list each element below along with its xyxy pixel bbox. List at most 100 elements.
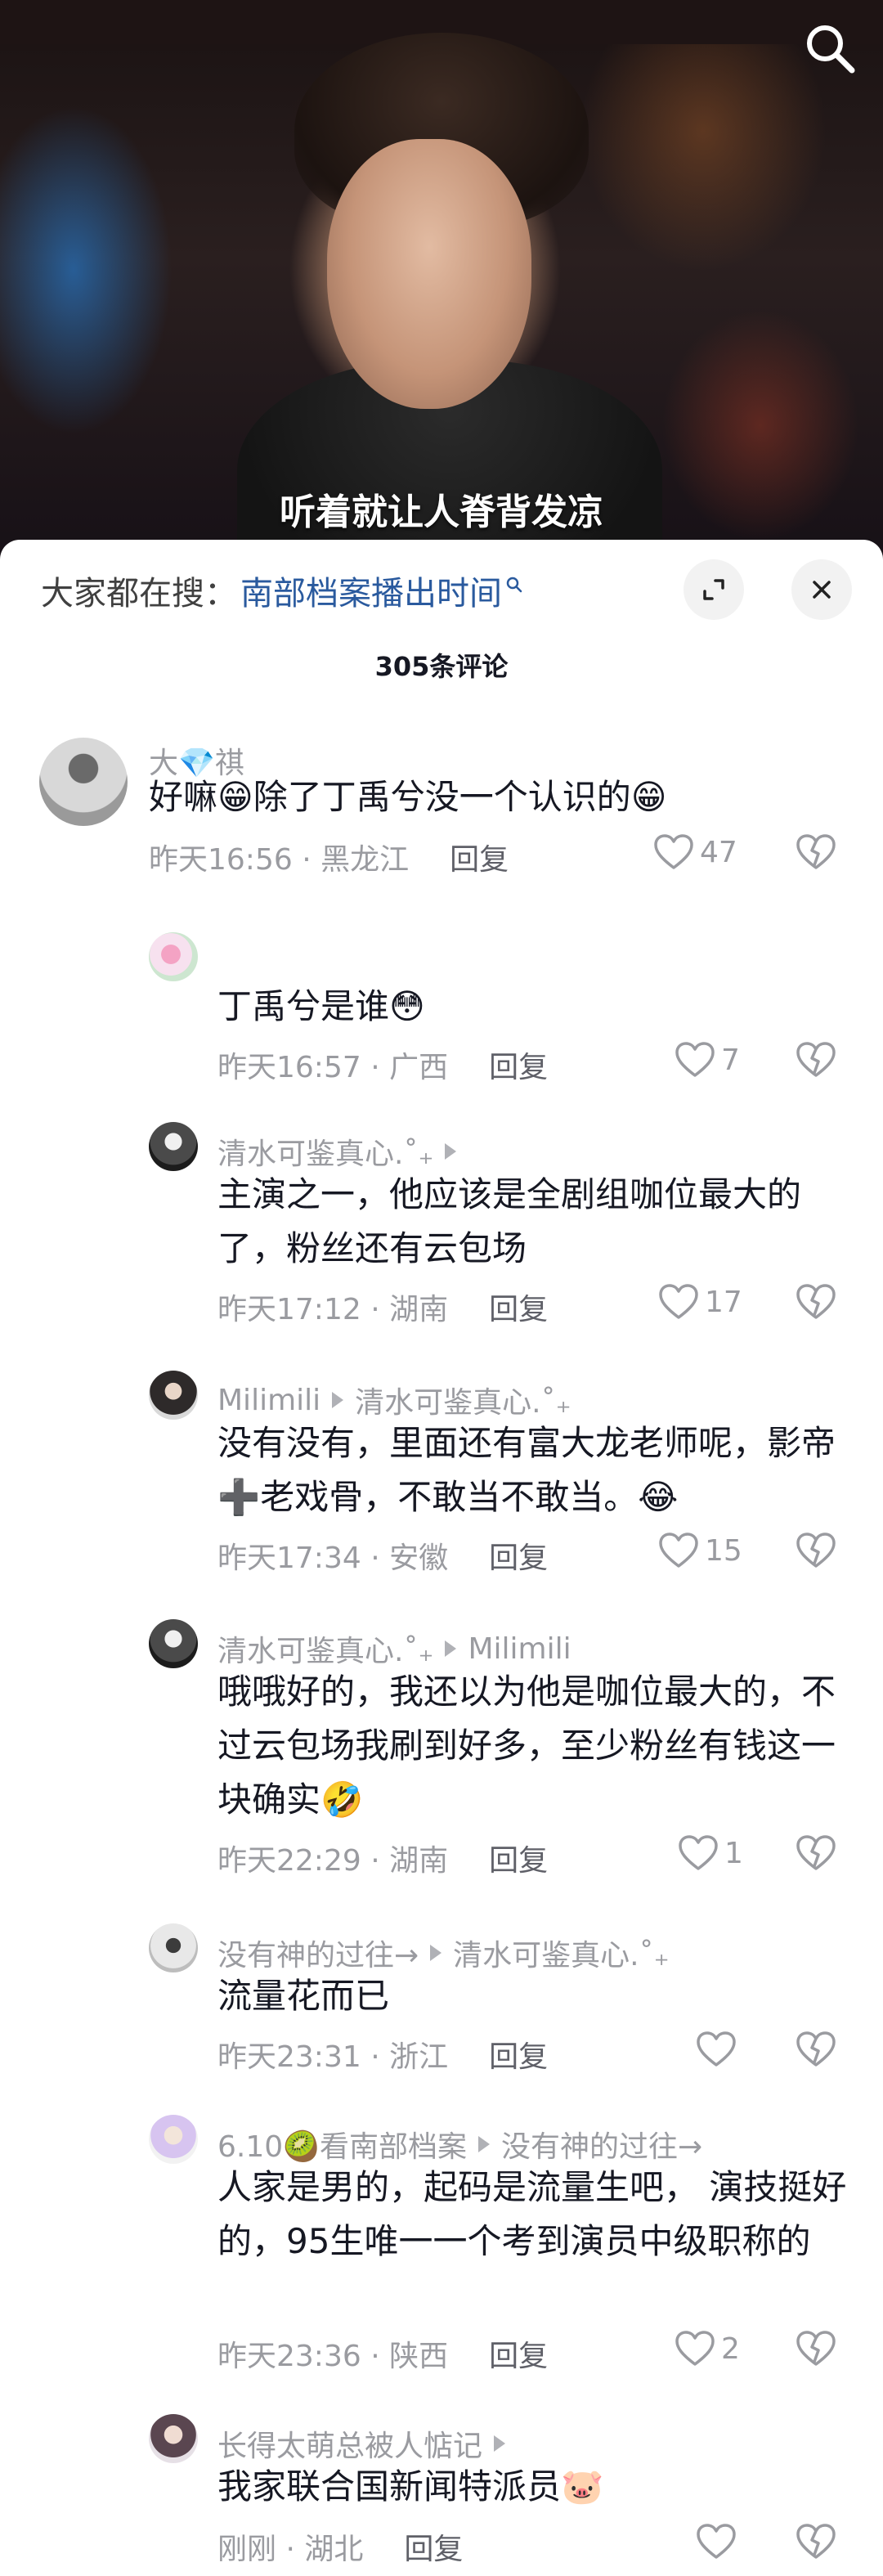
reply-arrow-icon [332, 1392, 344, 1408]
comment-location: 广西 [389, 1051, 449, 1084]
comment-meta: 昨天16:57 · 广西 回复 [217, 1051, 549, 1084]
like-count: 15 [705, 1533, 742, 1568]
comment-meta: 昨天17:34 · 安徽 回复 [217, 1542, 549, 1575]
comment-meta: 昨天23:36 · 陕西 回复 [217, 2340, 549, 2373]
video-player[interactable]: 听着就让人脊背发凉 [0, 0, 883, 572]
reply-button[interactable]: 回复 [489, 1293, 548, 1326]
avatar[interactable] [39, 738, 128, 826]
comment-time: 昨天16:57 [217, 1051, 361, 1084]
reply-item: 长得太萌总被人惦记 我家联合国新闻特派员🐷 刚刚 · 湖北 回复 [149, 2414, 852, 2576]
comment-time: 昨天22:29 [217, 1844, 361, 1878]
broken-heart-icon[interactable] [795, 1040, 837, 1079]
like-button[interactable]: 1 [677, 1833, 743, 1873]
comment-author[interactable]: 6.10🥝看南部档案 没有神的过往→ [217, 2123, 702, 2165]
comment-time: 昨天16:56 [149, 843, 293, 877]
like-button[interactable]: 2 [674, 2329, 740, 2368]
comment-location: 湖南 [389, 1844, 449, 1878]
comment-text: 我家联合国新闻特派员🐷 [217, 2466, 604, 2506]
reply-button[interactable]: 回复 [450, 843, 509, 877]
reply-button[interactable]: 回复 [489, 2340, 548, 2373]
comment-time: 昨天17:12 [217, 1293, 361, 1326]
reply-button[interactable]: 回复 [404, 2533, 463, 2566]
heart-icon [675, 2331, 715, 2366]
comment-text: 流量花而已 [217, 1976, 390, 2016]
reply-button[interactable]: 回复 [489, 2040, 548, 2074]
comment-time: 刚刚 [217, 2533, 277, 2566]
reply-button[interactable]: 回复 [489, 1051, 548, 1084]
avatar[interactable] [149, 1619, 198, 1668]
avatar[interactable] [149, 1371, 198, 1420]
comment-author[interactable]: 清水可鉴真心.˚₊ Milimili [217, 1627, 571, 1670]
comment-location: 陕西 [389, 2340, 449, 2373]
reply-item: 清水可鉴真心.˚₊ 主演之一，他应该是全剧组咖位最大的了，粉丝还有云包场 昨天1… [149, 1122, 852, 1326]
comment-sheet: 大家都在搜： 南部档案播出时间 305条评论 大💎祺 好嘛😁除了丁禹兮没一个认识… [0, 540, 883, 2576]
avatar[interactable] [149, 2115, 198, 2164]
comment-author[interactable]: 长得太萌总被人惦记 [217, 2422, 517, 2465]
heart-icon [697, 2031, 736, 2067]
broken-heart-icon[interactable] [795, 2030, 837, 2069]
reply-arrow-icon [494, 2435, 506, 2452]
comment-meta: 昨天17:12 · 湖南 回复 [217, 1293, 549, 1326]
reply-arrow-icon [445, 1640, 457, 1657]
reply-item: 丁禹兮是谁😳 昨天16:57 · 广西 回复 7 [149, 932, 852, 1088]
comment-count: 305条评论 [374, 651, 509, 682]
expand-icon [703, 579, 724, 600]
comment-time: 昨天23:31 [217, 2040, 361, 2074]
close-button[interactable] [791, 559, 852, 620]
like-button[interactable] [695, 2522, 742, 2561]
comment-location: 湖北 [304, 2533, 364, 2566]
comment-location: 湖南 [389, 1293, 449, 1326]
broken-heart-icon[interactable] [795, 1833, 837, 1873]
hot-search-bar[interactable]: 大家都在搜： 南部档案播出时间 [41, 568, 523, 613]
heart-icon [697, 2524, 736, 2559]
avatar[interactable] [149, 1923, 198, 1972]
expand-button[interactable] [684, 559, 744, 620]
comment-author[interactable]: Milimili 清水可鉴真心.˚₊ [217, 1379, 571, 1421]
broken-heart-icon[interactable] [795, 2522, 837, 2561]
like-count: 1 [724, 1836, 743, 1870]
comment-location: 浙江 [389, 2040, 449, 2074]
avatar[interactable] [149, 1122, 198, 1171]
comment-text: 人家是男的，起码是流量生吧， 演技挺好的，95生唯一一个考到演员中级职称的 [217, 2167, 847, 2261]
video-caption: 听着就让人脊背发凉 [280, 491, 603, 533]
magnifier-small-icon [506, 577, 522, 593]
broken-heart-icon[interactable] [795, 1282, 837, 1322]
comment-text: 主演之一，他应该是全剧组咖位最大的了，粉丝还有云包场 [217, 1174, 802, 1268]
reply-button[interactable]: 回复 [489, 1844, 548, 1878]
like-button[interactable]: 47 [652, 832, 737, 872]
reply-item: 6.10🥝看南部档案 没有神的过往→ 人家是男的，起码是流量生吧， 演技挺好的，9… [149, 2115, 852, 2385]
like-count: 7 [721, 1043, 740, 1077]
like-button[interactable] [695, 2030, 742, 2069]
broken-heart-icon[interactable] [795, 1531, 837, 1570]
video-frame-face [327, 139, 531, 409]
broken-heart-icon[interactable] [795, 832, 837, 872]
reply-item: Milimili 清水可鉴真心.˚₊ 没有没有，里面还有富大龙老师呢，影帝➕老戏骨… [149, 1371, 852, 1575]
reply-item: 清水可鉴真心.˚₊ Milimili 哦哦好的，我还以为他是咖位最大的，不过云包场… [149, 1619, 852, 1881]
heart-icon [654, 834, 693, 869]
comment-text: 没有没有，里面还有富大龙老师呢，影帝➕老戏骨，不敢当不敢当。😂 [217, 1423, 836, 1517]
hot-search-term[interactable]: 南部档案播出时间 [240, 567, 502, 614]
comment-author[interactable]: 清水可鉴真心.˚₊ [217, 1130, 468, 1173]
avatar[interactable] [149, 932, 198, 981]
reply-item: 没有神的过往→ 清水可鉴真心.˚₊ 流量花而已 昨天23:31 · 浙江 回复 [149, 1923, 852, 2079]
search-button[interactable] [801, 20, 858, 77]
comment-meta: 昨天16:56 · 黑龙江 回复 [149, 843, 509, 877]
search-icon [807, 25, 855, 74]
broken-heart-icon[interactable] [795, 2329, 837, 2368]
reply-arrow-icon [430, 1945, 442, 1961]
heart-icon [659, 1533, 698, 1568]
comment-author[interactable]: 没有神的过往→ 清水可鉴真心.˚₊ [217, 1932, 670, 1974]
comment-text: 好嘛😁除了丁禹兮没一个认识的😁 [149, 777, 667, 817]
heart-icon [675, 1042, 715, 1077]
avatar[interactable] [149, 2414, 198, 2463]
like-button[interactable]: 17 [657, 1282, 742, 1322]
reply-arrow-icon [445, 1143, 457, 1160]
comment-text: 丁禹兮是谁😳 [217, 986, 425, 1026]
like-button[interactable]: 7 [674, 1040, 740, 1079]
comment-meta: 昨天22:29 · 湖南 回复 [217, 1844, 549, 1878]
comment-item: 大💎祺 好嘛😁除了丁禹兮没一个认识的😁 昨天16:56 · 黑龙江 回复 47 [39, 738, 857, 893]
like-button[interactable]: 15 [657, 1531, 742, 1570]
reply-button[interactable]: 回复 [489, 1542, 548, 1575]
like-count: 17 [705, 1285, 742, 1319]
comment-text: 哦哦好的，我还以为他是咖位最大的，不过云包场我刷到好多，至少粉丝有钱这一块确实🤣 [217, 1672, 836, 1820]
